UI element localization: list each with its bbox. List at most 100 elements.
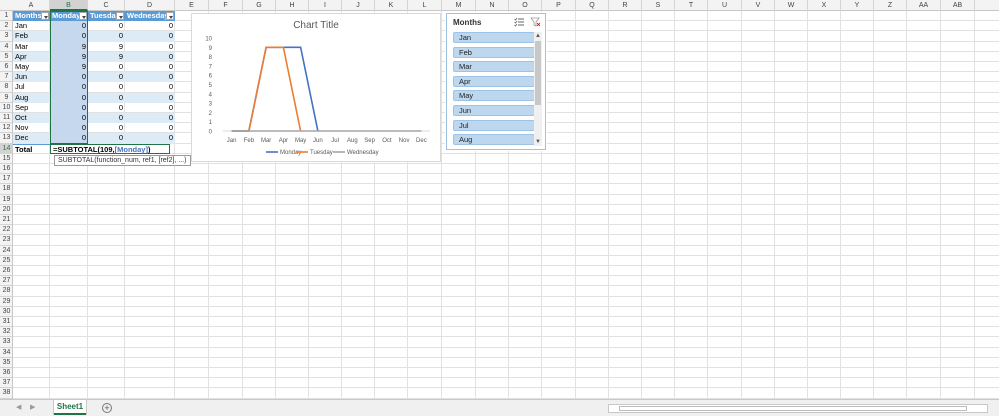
table-cell[interactable]: 9 [88, 51, 125, 62]
row-header-11[interactable]: 11 [0, 113, 12, 124]
column-header-e[interactable]: E [175, 0, 209, 11]
table-cell[interactable]: 0 [125, 42, 175, 52]
scroll-down-icon[interactable]: ▼ [535, 139, 541, 145]
row-header-12[interactable]: 12 [0, 123, 12, 134]
table-cell[interactable]: 0 [88, 62, 125, 72]
filter-dropdown-icon[interactable] [116, 12, 124, 20]
row-header-5[interactable]: 5 [0, 52, 12, 62]
slicer-item-mar[interactable]: Mar [453, 61, 535, 73]
row-header-27[interactable]: 27 [0, 276, 12, 287]
row-header-26[interactable]: 26 [0, 266, 12, 277]
row-header-18[interactable]: 18 [0, 184, 12, 195]
table-cell[interactable]: May [13, 62, 50, 72]
row-header-35[interactable]: 35 [0, 358, 12, 368]
slicer-item-feb[interactable]: Feb [453, 46, 535, 58]
table-cell[interactable]: 0 [125, 72, 175, 83]
row-header-22[interactable]: 22 [0, 225, 12, 236]
column-header-a[interactable]: A [13, 0, 50, 11]
horizontal-scrollbar[interactable] [608, 404, 988, 413]
table-cell[interactable]: 0 [125, 21, 175, 31]
row-header-23[interactable]: 23 [0, 235, 12, 246]
slicer-item-apr[interactable]: Apr [453, 75, 535, 87]
column-header-t[interactable]: T [675, 0, 708, 11]
slicer-scroll-thumb[interactable] [535, 41, 541, 105]
row-header-13[interactable]: 13 [0, 133, 12, 144]
add-sheet-icon[interactable]: + [102, 403, 112, 413]
column-header-r[interactable]: R [609, 0, 642, 11]
table-cell[interactable]: 0 [88, 103, 125, 113]
table-cell[interactable]: Aug [13, 92, 50, 103]
table-cell[interactable]: Feb [13, 31, 50, 42]
clear-filter-icon[interactable] [530, 17, 541, 27]
table-header-tuesday[interactable]: Tuesday [88, 11, 125, 22]
row-header-30[interactable]: 30 [0, 307, 12, 317]
row-header-20[interactable]: 20 [0, 205, 12, 215]
column-header-c[interactable]: C [88, 0, 125, 11]
table-cell[interactable]: 0 [88, 21, 125, 31]
table-cell[interactable]: 0 [88, 123, 125, 133]
row-header-25[interactable]: 25 [0, 256, 12, 266]
column-header-j[interactable]: J [342, 0, 375, 11]
table-cell[interactable]: 0 [50, 133, 88, 144]
table-cell[interactable]: 9 [50, 62, 88, 73]
slicer-item-may[interactable]: May [453, 90, 535, 102]
table-cell[interactable]: Dec [13, 133, 50, 144]
column-header-h[interactable]: H [276, 0, 309, 11]
table-cell[interactable]: 0 [88, 72, 125, 83]
column-header-v[interactable]: V [742, 0, 775, 11]
months-slicer[interactable]: Months Jan Feb Mar Apr May Jun Jul Aug ▲ ▼ [446, 13, 546, 150]
row-header-28[interactable]: 28 [0, 286, 12, 297]
column-header-k[interactable]: K [375, 0, 408, 11]
row-header-19[interactable]: 19 [0, 195, 12, 205]
slicer-item-aug[interactable]: Aug [453, 134, 535, 146]
table-cell[interactable]: 0 [88, 82, 125, 92]
row-header-24[interactable]: 24 [0, 246, 12, 256]
table-cell[interactable]: 0 [125, 113, 175, 124]
row-header-17[interactable]: 17 [0, 174, 12, 185]
row-header-33[interactable]: 33 [0, 337, 12, 348]
table-cell[interactable]: Nov [13, 123, 50, 133]
column-header-y[interactable]: Y [841, 0, 874, 11]
row-header-32[interactable]: 32 [0, 327, 12, 338]
row-header-21[interactable]: 21 [0, 215, 12, 226]
row-header-14[interactable]: 14 [0, 143, 12, 154]
prev-sheet-icon[interactable]: ◀ [16, 403, 21, 411]
row-header-16[interactable]: 16 [0, 164, 12, 175]
row-header-10[interactable]: 10 [0, 103, 12, 113]
table-cell[interactable]: Jul [13, 82, 50, 92]
table-cell[interactable]: Jun [13, 72, 50, 83]
table-cell[interactable]: Mar [13, 42, 50, 52]
table-cell[interactable]: 0 [88, 133, 125, 144]
table-cell[interactable]: 0 [50, 102, 88, 113]
row-header-34[interactable]: 34 [0, 348, 12, 358]
column-header-u[interactable]: U [708, 0, 742, 11]
table-cell[interactable]: 0 [88, 92, 125, 103]
next-sheet-icon[interactable]: ▶ [30, 403, 35, 411]
filter-dropdown-icon[interactable] [41, 12, 49, 20]
table-cell[interactable]: 0 [50, 21, 88, 32]
table-header-wednesday[interactable]: Wednesday [125, 11, 175, 22]
column-header-b[interactable]: B [50, 0, 88, 11]
column-header-f[interactable]: F [209, 0, 243, 11]
row-header-1[interactable]: 1 [0, 11, 12, 22]
table-header-monday[interactable]: Monday [50, 11, 88, 22]
table-cell[interactable]: Jan [13, 21, 50, 31]
line-chart[interactable]: Chart Title 0 1 2 3 4 5 6 7 8 9 10 Jan Feb Mar Apr May J… [191, 13, 441, 162]
column-header-ab[interactable]: AB [941, 0, 975, 11]
row-header-7[interactable]: 7 [0, 72, 12, 83]
table-cell[interactable]: Apr [13, 51, 50, 62]
table-cell[interactable]: 0 [125, 31, 175, 42]
row-header-9[interactable]: 9 [0, 93, 12, 103]
table-cell[interactable]: 0 [125, 82, 175, 92]
row-header-4[interactable]: 4 [0, 42, 12, 52]
slicer-item-jan[interactable]: Jan [453, 32, 535, 43]
row-header-36[interactable]: 36 [0, 368, 12, 379]
horizontal-scroll-thumb[interactable] [619, 406, 967, 411]
column-header-s[interactable]: S [642, 0, 675, 11]
row-header-31[interactable]: 31 [0, 317, 12, 328]
table-cell[interactable]: 0 [125, 103, 175, 113]
table-cell[interactable]: 0 [125, 133, 175, 144]
row-header-37[interactable]: 37 [0, 378, 12, 389]
table-cell[interactable]: 0 [50, 82, 88, 93]
row-header-38[interactable]: 38 [0, 388, 12, 399]
